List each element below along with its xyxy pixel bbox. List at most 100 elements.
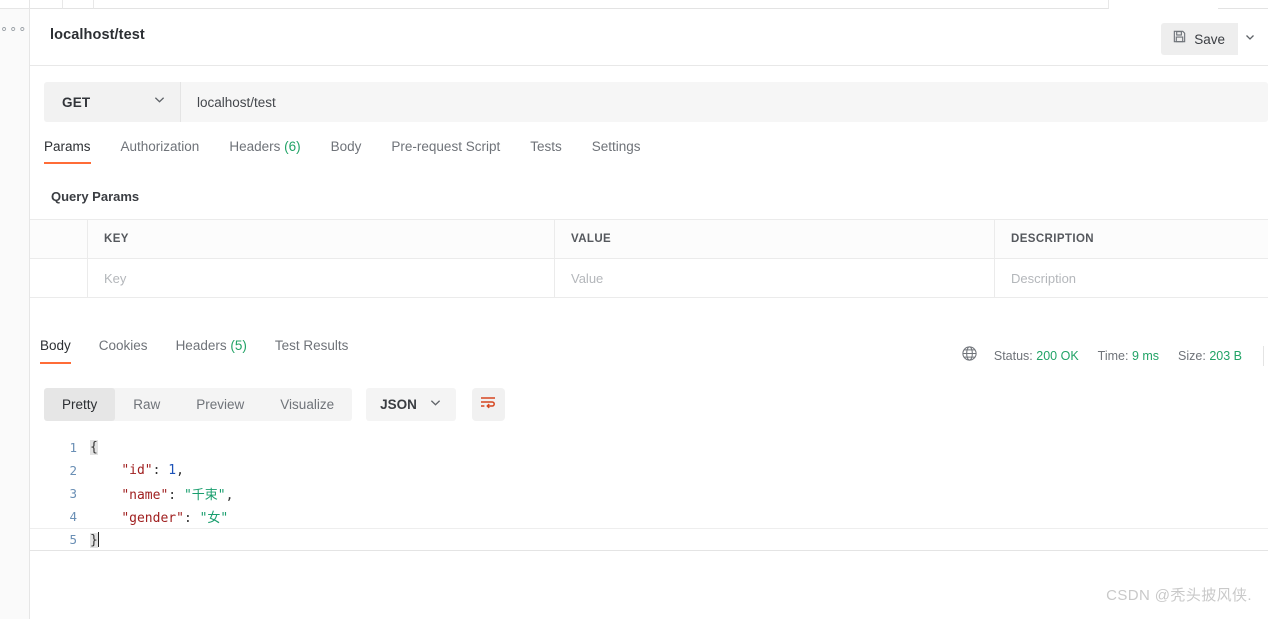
http-method-select[interactable]: GET	[44, 82, 181, 122]
code-text: "gender": "女"	[90, 507, 228, 526]
query-params-heading: Query Params	[51, 189, 140, 204]
row-checkbox-cell[interactable]	[30, 259, 88, 297]
tab-remnant-1	[30, 0, 63, 9]
save-button[interactable]: Save	[1161, 23, 1238, 55]
size-label: Size:	[1178, 349, 1206, 363]
text-cursor	[97, 531, 99, 547]
response-tab-headers-count: (5)	[230, 338, 247, 353]
chevron-down-icon	[429, 396, 442, 414]
line-number: 1	[69, 440, 77, 455]
code-line: 1 {	[30, 436, 1268, 459]
tab-body-label: Body	[330, 139, 362, 154]
url-input[interactable]: localhost/test	[181, 82, 1268, 122]
tab-remnant-gap	[1109, 0, 1218, 9]
response-format-toolbar: Pretty Raw Preview Visualize JSON	[44, 388, 505, 421]
response-view-switcher: Pretty Raw Preview Visualize	[44, 388, 353, 421]
response-tab-headers-label: Headers	[175, 338, 227, 353]
json-key: "gender"	[121, 511, 184, 526]
view-raw[interactable]: Raw	[115, 388, 178, 421]
response-tab-headers[interactable]: Headers (5)	[176, 338, 247, 364]
save-button-group: Save	[1161, 23, 1262, 55]
json-number: 1	[168, 463, 177, 478]
line-number: 2	[69, 463, 77, 478]
row-key-placeholder: Key	[104, 270, 127, 286]
json-string: "千束"	[183, 488, 226, 503]
size-value: 203 B	[1209, 349, 1242, 363]
ellipsis-icon[interactable]: ∘∘∘	[0, 22, 26, 36]
tab-bar-remnant	[30, 0, 1268, 9]
word-wrap-icon	[479, 394, 497, 415]
time-badge[interactable]: Time: 9 ms	[1098, 349, 1159, 363]
row-description-placeholder: Description	[1011, 270, 1077, 286]
code-text: {	[90, 440, 98, 455]
tab-tests-label: Tests	[530, 139, 562, 154]
response-body-editor[interactable]: 1 { 2 "id": 1, 3 "name": "千束", 4 "gender…	[30, 436, 1268, 556]
request-title-bar: localhost/test Save	[30, 9, 1268, 66]
url-input-value: localhost/test	[197, 94, 276, 110]
response-tab-cookies[interactable]: Cookies	[99, 338, 148, 364]
code-text: "id": 1,	[90, 463, 184, 478]
code-line-active: 5 }	[30, 528, 1268, 551]
watermark: CSDN @秃头披风侠.	[1106, 587, 1252, 604]
tab-remnant-4	[1218, 0, 1268, 9]
json-colon: :	[152, 463, 169, 478]
time-label: Time:	[1097, 349, 1129, 363]
page-title: localhost/test	[50, 27, 145, 43]
header-description-cell: DESCRIPTION	[995, 220, 1268, 258]
response-language-label: JSON	[380, 397, 417, 412]
json-string: "女"	[199, 511, 229, 526]
response-language-select[interactable]: JSON	[366, 388, 456, 421]
header-key-cell: KEY	[88, 220, 555, 258]
view-pretty[interactable]: Pretty	[44, 388, 116, 421]
tab-pre-request-script-label: Pre-request Script	[391, 139, 501, 154]
row-key-input[interactable]: Key	[88, 259, 555, 297]
tab-settings[interactable]: Settings	[592, 139, 656, 164]
code-text: "name": "千束",	[90, 484, 233, 503]
save-options-button[interactable]	[1238, 23, 1262, 55]
status-label: Status:	[993, 349, 1033, 363]
tab-remnant-2	[63, 0, 94, 9]
response-tab-test-results[interactable]: Test Results	[275, 338, 349, 364]
row-value-placeholder: Value	[571, 270, 604, 286]
time-value: 9 ms	[1131, 349, 1160, 363]
tab-remnant-3	[94, 0, 1109, 9]
code-line: 3 "name": "千束",	[30, 482, 1268, 505]
response-meta: Status: 200 OK Time: 9 ms Size: 203 B	[961, 345, 1264, 367]
size-badge[interactable]: Size: 203 B	[1178, 349, 1242, 363]
globe-icon	[961, 345, 978, 367]
tab-body[interactable]: Body	[331, 139, 377, 164]
json-key: "id"	[121, 463, 153, 478]
line-number: 3	[69, 486, 77, 501]
tab-pre-request-script[interactable]: Pre-request Script	[391, 139, 515, 164]
sidebar-strip: ∘∘∘	[0, 0, 30, 619]
table-row: Key Value Description	[30, 259, 1268, 298]
view-visualize[interactable]: Visualize	[262, 388, 352, 421]
floppy-disk-icon	[1172, 29, 1187, 49]
word-wrap-button[interactable]	[471, 388, 505, 421]
json-colon: :	[183, 511, 200, 526]
chevron-down-icon	[153, 93, 166, 111]
request-tabs: Params Authorization Headers (6) Body Pr…	[44, 139, 1268, 175]
tab-authorization[interactable]: Authorization	[121, 139, 215, 164]
view-preview[interactable]: Preview	[178, 388, 262, 421]
response-tab-body-label: Body	[40, 338, 71, 353]
tab-params[interactable]: Params	[44, 139, 106, 164]
view-raw-label: Raw	[133, 397, 161, 412]
status-badge[interactable]: Status: 200 OK	[994, 349, 1079, 363]
tab-tests[interactable]: Tests	[530, 139, 577, 164]
url-bar: GET localhost/test	[44, 82, 1268, 122]
column-header-description: DESCRIPTION	[1011, 233, 1094, 245]
line-number: 4	[69, 509, 77, 524]
http-method-label: GET	[62, 94, 91, 110]
row-value-input[interactable]: Value	[555, 259, 995, 297]
response-tab-cookies-label: Cookies	[98, 338, 148, 353]
tab-authorization-label: Authorization	[120, 139, 200, 154]
tab-headers[interactable]: Headers (6)	[229, 139, 315, 164]
view-visualize-label: Visualize	[280, 397, 335, 412]
response-tab-body[interactable]: Body	[40, 338, 71, 364]
table-header-row: KEY VALUE DESCRIPTION	[30, 220, 1268, 259]
meta-divider	[1263, 346, 1264, 366]
response-tab-test-results-label: Test Results	[274, 338, 349, 353]
row-description-input[interactable]: Description	[995, 259, 1268, 297]
